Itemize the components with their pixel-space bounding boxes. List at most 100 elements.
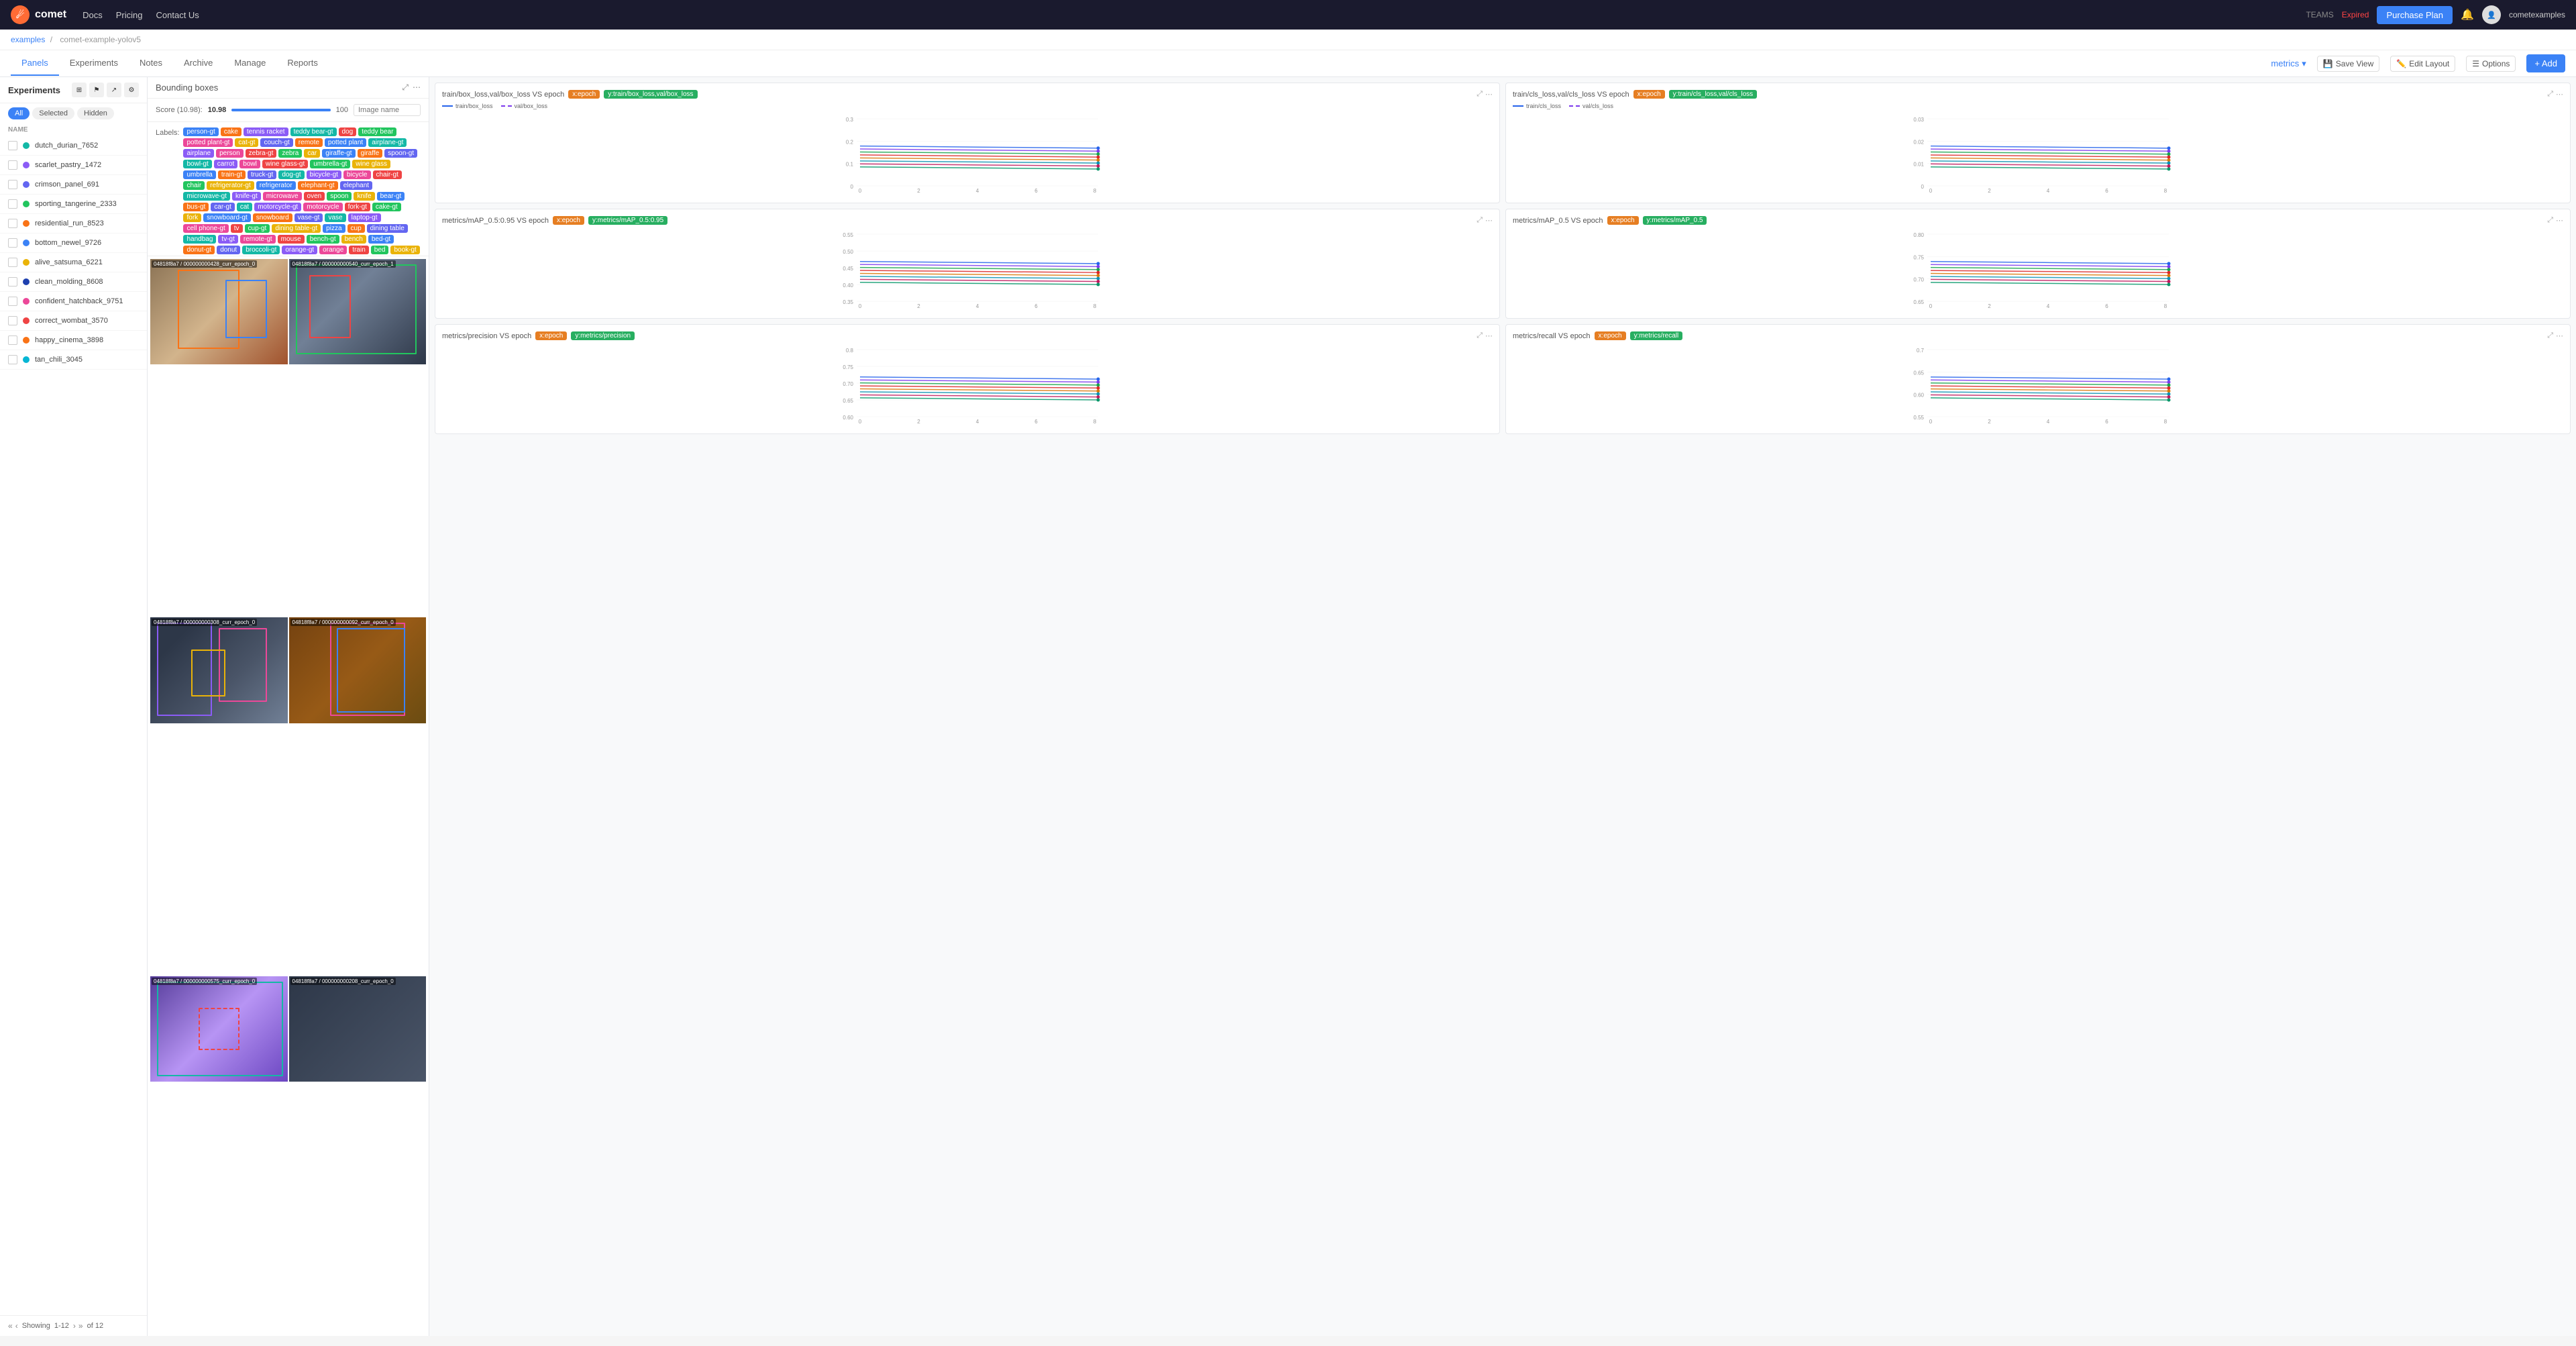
label-tag[interactable]: book-gt: [390, 246, 419, 254]
label-tag[interactable]: bear-gt: [377, 192, 405, 201]
label-tag[interactable]: teddy bear: [358, 127, 396, 136]
label-tag[interactable]: remote: [295, 138, 323, 147]
label-tag[interactable]: carrot: [214, 160, 238, 168]
experiment-item[interactable]: alive_satsuma_6221: [0, 253, 147, 272]
label-tag[interactable]: bus-gt: [183, 203, 209, 211]
exp-checkbox[interactable]: [8, 297, 17, 306]
experiment-item[interactable]: dutch_durian_7652: [0, 136, 147, 156]
label-tag[interactable]: donut: [217, 246, 240, 254]
experiment-item[interactable]: crimson_panel_691: [0, 175, 147, 195]
first-page-arrow[interactable]: «: [8, 1321, 13, 1331]
filter-hidden[interactable]: Hidden: [77, 107, 114, 119]
label-tag[interactable]: umbrella-gt: [310, 160, 350, 168]
label-tag[interactable]: pizza: [323, 224, 345, 233]
label-tag[interactable]: spoon-gt: [384, 149, 417, 158]
fullscreen-icon[interactable]: ⤢: [1477, 90, 1483, 99]
fullscreen-icon[interactable]: ⤢: [1477, 216, 1483, 225]
label-tag[interactable]: refrigerator: [256, 181, 296, 190]
label-tag[interactable]: teddy bear-gt: [290, 127, 337, 136]
last-page-arrow[interactable]: »: [78, 1321, 83, 1331]
exp-checkbox[interactable]: [8, 316, 17, 325]
sidebar-icon-1[interactable]: ⊞: [72, 83, 87, 97]
purchase-plan-button[interactable]: Purchase Plan: [2377, 6, 2453, 24]
fullscreen-icon[interactable]: ⤢: [2547, 216, 2553, 225]
label-tag[interactable]: potted plant: [325, 138, 366, 147]
label-tag[interactable]: handbag: [183, 235, 216, 244]
exp-checkbox[interactable]: [8, 277, 17, 287]
chart-more-icon[interactable]: ⋯: [2556, 216, 2563, 225]
options-button[interactable]: ☰ Options: [2466, 56, 2516, 72]
save-view-button[interactable]: 💾 Save View: [2317, 56, 2379, 72]
label-tag[interactable]: fork-gt: [345, 203, 370, 211]
sidebar-icon-3[interactable]: ↗: [107, 83, 121, 97]
exp-checkbox[interactable]: [8, 258, 17, 267]
chart-more-icon[interactable]: ⋯: [1485, 216, 1493, 225]
label-tag[interactable]: umbrella: [183, 170, 215, 179]
label-tag[interactable]: bowl: [239, 160, 260, 168]
image-cell[interactable]: 04818f8a7 / 000000000208_curr_epoch_0: [289, 976, 427, 1082]
add-button[interactable]: + Add: [2526, 54, 2565, 72]
label-tag[interactable]: orange-gt: [282, 246, 317, 254]
next-page-arrow[interactable]: ›: [73, 1321, 76, 1331]
label-tag[interactable]: bowl-gt: [183, 160, 211, 168]
tab-reports[interactable]: Reports: [276, 51, 329, 76]
label-tag[interactable]: laptop-gt: [348, 213, 381, 222]
filter-selected[interactable]: Selected: [32, 107, 74, 119]
edit-layout-button[interactable]: ✏️ Edit Layout: [2390, 56, 2455, 72]
label-tag[interactable]: truck-gt: [248, 170, 276, 179]
label-tag[interactable]: person-gt: [183, 127, 218, 136]
experiment-item[interactable]: clean_molding_8608: [0, 272, 147, 292]
tab-panels[interactable]: Panels: [11, 51, 59, 76]
docs-link[interactable]: Docs: [83, 10, 103, 20]
breadcrumb-root[interactable]: examples: [11, 35, 45, 44]
chart-more-icon[interactable]: ⋯: [2556, 90, 2563, 99]
chart-more-icon[interactable]: ⋯: [1485, 331, 1493, 340]
label-tag[interactable]: remote-gt: [240, 235, 276, 244]
exp-checkbox[interactable]: [8, 219, 17, 228]
label-tag[interactable]: giraffe-gt: [322, 149, 355, 158]
label-tag[interactable]: donut-gt: [183, 246, 215, 254]
contact-link[interactable]: Contact Us: [156, 10, 199, 20]
exp-checkbox[interactable]: [8, 141, 17, 150]
exp-checkbox[interactable]: [8, 199, 17, 209]
label-tag[interactable]: person: [216, 149, 244, 158]
tab-experiments[interactable]: Experiments: [59, 51, 129, 76]
label-tag[interactable]: cell phone-gt: [183, 224, 228, 233]
sidebar-icon-4[interactable]: ⚙: [124, 83, 139, 97]
exp-checkbox[interactable]: [8, 238, 17, 248]
label-tag[interactable]: giraffe: [358, 149, 383, 158]
filter-all[interactable]: All: [8, 107, 30, 119]
label-tag[interactable]: cat-gt: [235, 138, 258, 147]
chart-more-icon[interactable]: ⋯: [1485, 90, 1493, 99]
label-tag[interactable]: tv-gt: [218, 235, 237, 244]
image-cell[interactable]: 04818f8a7 / 000000000575_curr_epoch_0: [150, 976, 288, 1082]
experiment-item[interactable]: correct_wombat_3570: [0, 311, 147, 331]
label-tag[interactable]: bed: [371, 246, 389, 254]
expand-icon[interactable]: ⤢: [402, 83, 409, 93]
label-tag[interactable]: airplane-gt: [368, 138, 407, 147]
label-tag[interactable]: knife-gt: [232, 192, 261, 201]
notification-icon[interactable]: 🔔: [2461, 8, 2474, 21]
experiment-item[interactable]: confident_hatchback_9751: [0, 292, 147, 311]
label-tag[interactable]: potted plant-gt: [183, 138, 233, 147]
experiment-item[interactable]: residential_run_8523: [0, 214, 147, 234]
metrics-dropdown[interactable]: metrics ▾: [2271, 58, 2306, 69]
label-tag[interactable]: microwave-gt: [183, 192, 229, 201]
image-cell[interactable]: 04818f8a7 / 000000000428_curr_epoch_0: [150, 259, 288, 364]
label-tag[interactable]: train: [349, 246, 368, 254]
label-tag[interactable]: zebra: [278, 149, 302, 158]
exp-checkbox[interactable]: [8, 160, 17, 170]
label-tag[interactable]: orange: [319, 246, 347, 254]
label-tag[interactable]: bench-gt: [307, 235, 339, 244]
tab-notes[interactable]: Notes: [129, 51, 173, 76]
label-tag[interactable]: wine glass-gt: [262, 160, 308, 168]
label-tag[interactable]: cup: [347, 224, 365, 233]
more-icon[interactable]: ⋯: [413, 83, 421, 93]
experiment-item[interactable]: bottom_newel_9726: [0, 234, 147, 253]
label-tag[interactable]: cup-gt: [245, 224, 270, 233]
label-tag[interactable]: dog: [339, 127, 357, 136]
label-tag[interactable]: broccoli-gt: [242, 246, 280, 254]
label-tag[interactable]: chair: [183, 181, 205, 190]
label-tag[interactable]: mouse: [278, 235, 305, 244]
experiment-item[interactable]: sporting_tangerine_2333: [0, 195, 147, 214]
